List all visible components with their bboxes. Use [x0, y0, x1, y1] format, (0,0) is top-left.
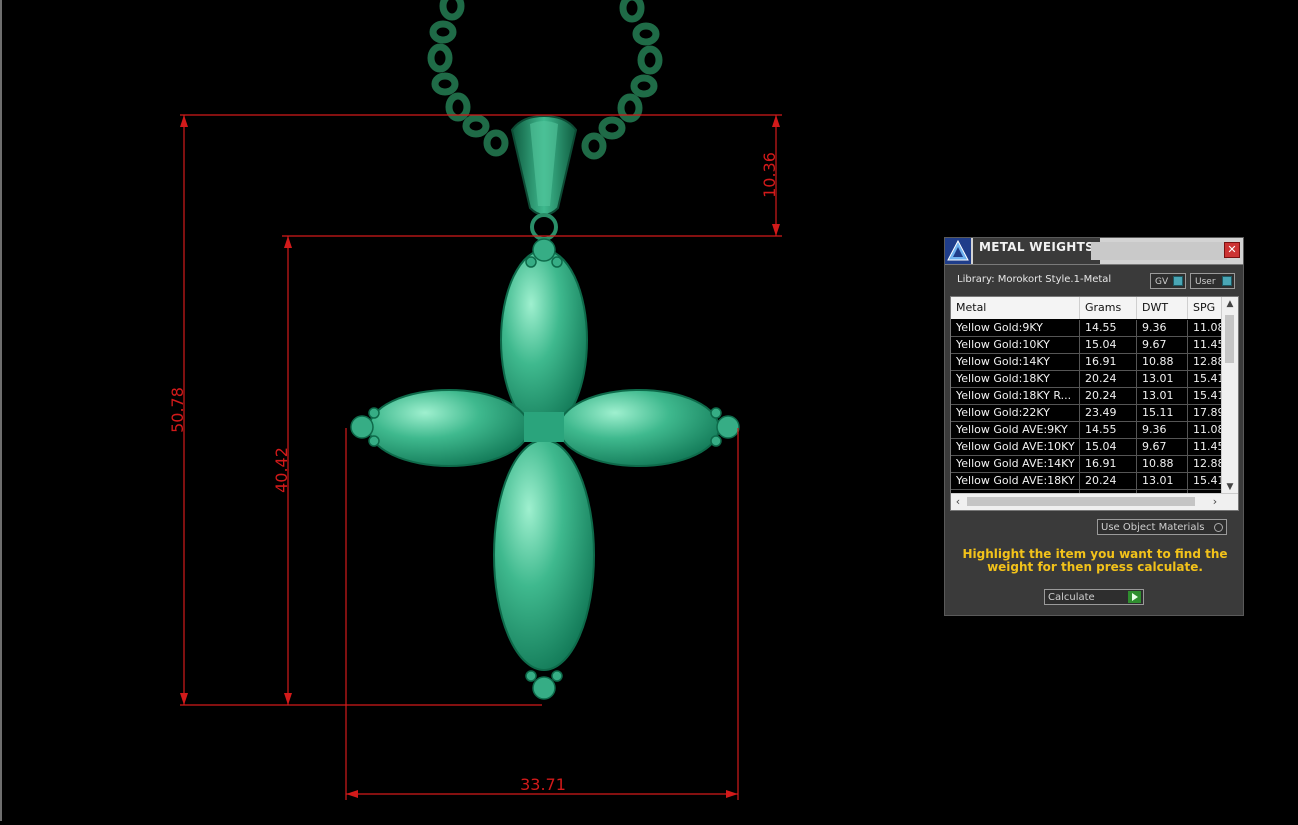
play-arrow-icon [1128, 591, 1141, 603]
calculate-button[interactable]: Calculate [1044, 589, 1144, 605]
panel-titlebar[interactable]: METAL WEIGHTS ✕ [945, 238, 1243, 265]
cell-dwt: 13.01 [1137, 388, 1188, 404]
radio-icon [1214, 523, 1223, 532]
cell-grams: 14.55 [1080, 422, 1137, 438]
cell-metal: Yellow Gold:18KY R... [951, 388, 1080, 404]
table-body: Yellow Gold:9KY 14.55 9.36 11.08 Yellow Gold… [951, 320, 1224, 507]
title-tab-strip [1091, 242, 1227, 260]
dimension-bail-height: 10.36 [760, 152, 779, 198]
vertical-scrollbar[interactable]: ▲ ▼ [1221, 297, 1238, 494]
cell-spg: 15.41 [1188, 388, 1224, 404]
cell-dwt: 9.36 [1137, 422, 1188, 438]
cell-dwt: 10.88 [1137, 456, 1188, 472]
cell-spg: 17.89 [1188, 405, 1224, 421]
cell-spg: 11.08 [1188, 320, 1224, 336]
table-header: Metal Grams DWT SPG [951, 297, 1224, 319]
cell-metal: Yellow Gold AVE:14KY [951, 456, 1080, 472]
bail [510, 114, 578, 241]
gv-toggle-label: GV [1155, 277, 1169, 287]
cell-metal: Yellow Gold:22KY [951, 405, 1080, 421]
app-logo-icon [945, 238, 971, 264]
user-toggle-label: User [1195, 277, 1216, 287]
table-row[interactable]: Yellow Gold:18KY R... 20.24 13.01 15.41 [951, 388, 1224, 405]
vertical-scroll-thumb[interactable] [1225, 315, 1234, 363]
cell-dwt: 9.67 [1137, 439, 1188, 455]
cell-dwt: 10.88 [1137, 354, 1188, 370]
scroll-right-icon[interactable]: › [1208, 494, 1222, 510]
cell-spg: 11.08 [1188, 422, 1224, 438]
cell-metal: Yellow Gold AVE:9KY [951, 422, 1080, 438]
cell-metal: Yellow Gold AVE:18KY [951, 473, 1080, 489]
cell-dwt: 9.67 [1137, 337, 1188, 353]
cross-pendant [350, 238, 740, 700]
metal-table[interactable]: Metal Grams DWT SPG Yellow Gold:9KY 14.55… [950, 296, 1239, 511]
column-header-grams[interactable]: Grams [1080, 297, 1137, 319]
cell-dwt: 13.01 [1137, 371, 1188, 387]
dimension-cross-height: 40.42 [272, 447, 291, 493]
panel-title: METAL WEIGHTS [973, 238, 1101, 264]
cell-dwt: 13.01 [1137, 473, 1188, 489]
column-header-dwt[interactable]: DWT [1137, 297, 1188, 319]
table-row[interactable]: Yellow Gold:9KY 14.55 9.36 11.08 [951, 320, 1224, 337]
user-toggle-knob [1222, 276, 1232, 286]
cell-metal: Yellow Gold:18KY [951, 371, 1080, 387]
cell-spg: 15.41 [1188, 371, 1224, 387]
cell-spg: 12.88 [1188, 354, 1224, 370]
cell-grams: 20.24 [1080, 371, 1137, 387]
horizontal-scrollbar[interactable]: ‹ › [951, 493, 1238, 510]
column-header-metal[interactable]: Metal [951, 297, 1080, 319]
cell-spg: 15.41 [1188, 473, 1224, 489]
instruction-text: Highlight the item you want to find the … [962, 547, 1228, 574]
dimension-total-height: 50.78 [168, 387, 187, 433]
table-row[interactable]: Yellow Gold:10KY 15.04 9.67 11.45 [951, 337, 1224, 354]
cell-metal: Yellow Gold:10KY [951, 337, 1080, 353]
library-label: Library: Morokort Style.1-Metal [957, 274, 1112, 285]
cell-metal: Yellow Gold AVE:10KY [951, 439, 1080, 455]
cell-spg: 11.45 [1188, 439, 1224, 455]
cell-dwt: 15.11 [1137, 405, 1188, 421]
table-row[interactable]: Yellow Gold AVE:9KY 14.55 9.36 11.08 [951, 422, 1224, 439]
use-object-materials-toggle[interactable]: Use Object Materials [1097, 519, 1227, 535]
gv-toggle[interactable]: GV [1150, 273, 1186, 289]
cell-grams: 15.04 [1080, 439, 1137, 455]
table-row[interactable]: Yellow Gold AVE:10KY 15.04 9.67 11.45 [951, 439, 1224, 456]
scroll-down-icon[interactable]: ▼ [1222, 480, 1238, 494]
table-row[interactable]: Yellow Gold AVE:18KY 20.24 13.01 15.41 [951, 473, 1224, 490]
cell-grams: 14.55 [1080, 320, 1137, 336]
table-row[interactable]: Yellow Gold:22KY 23.49 15.11 17.89 [951, 405, 1224, 422]
dimension-cross-width: 33.71 [520, 775, 566, 794]
cell-metal: Yellow Gold:9KY [951, 320, 1080, 336]
table-row[interactable]: Yellow Gold:14KY 16.91 10.88 12.88 [951, 354, 1224, 371]
user-toggle[interactable]: User [1190, 273, 1235, 289]
cell-grams: 16.91 [1080, 354, 1137, 370]
cell-metal: Yellow Gold:14KY [951, 354, 1080, 370]
cell-spg: 12.88 [1188, 456, 1224, 472]
metal-weights-panel: METAL WEIGHTS ✕ Library: Morokort Style.… [944, 237, 1244, 616]
cell-dwt: 9.36 [1137, 320, 1188, 336]
cell-grams: 20.24 [1080, 388, 1137, 404]
table-row[interactable]: Yellow Gold:18KY 20.24 13.01 15.41 [951, 371, 1224, 388]
cell-grams: 15.04 [1080, 337, 1137, 353]
column-header-spg[interactable]: SPG [1188, 297, 1224, 319]
close-icon[interactable]: ✕ [1224, 242, 1240, 258]
cell-grams: 23.49 [1080, 405, 1137, 421]
use-object-materials-label: Use Object Materials [1101, 522, 1205, 533]
horizontal-scroll-thumb[interactable] [967, 497, 1195, 506]
calculate-label: Calculate [1048, 592, 1095, 603]
cell-grams: 16.91 [1080, 456, 1137, 472]
scroll-up-icon[interactable]: ▲ [1222, 297, 1238, 311]
gv-toggle-knob [1173, 276, 1183, 286]
cell-grams: 20.24 [1080, 473, 1137, 489]
cell-spg: 11.45 [1188, 337, 1224, 353]
table-row[interactable]: Yellow Gold AVE:14KY 16.91 10.88 12.88 [951, 456, 1224, 473]
scroll-left-icon[interactable]: ‹ [951, 494, 965, 510]
